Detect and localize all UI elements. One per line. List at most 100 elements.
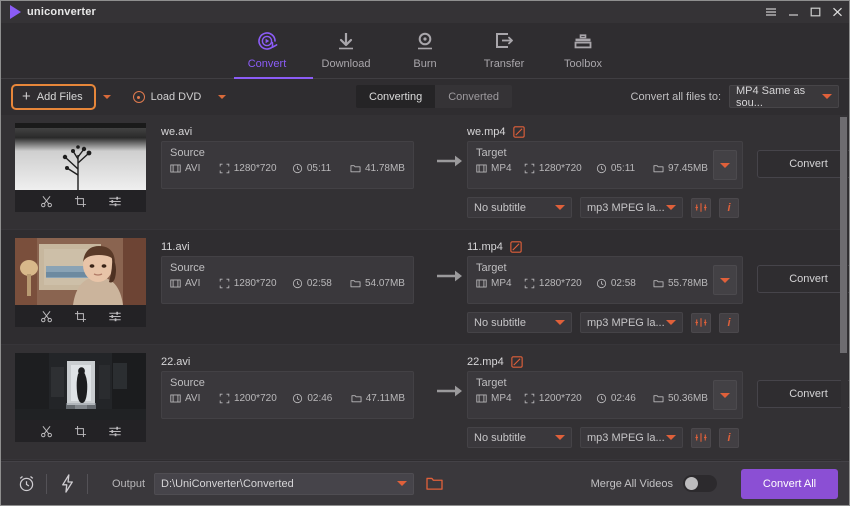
- trim-icon[interactable]: [40, 195, 53, 208]
- nav-tab-convert[interactable]: Convert: [228, 23, 307, 79]
- tab-converted[interactable]: Converted: [435, 85, 512, 108]
- add-track-button[interactable]: [691, 427, 711, 448]
- effect-icon[interactable]: [108, 425, 122, 438]
- close-icon[interactable]: [832, 7, 843, 17]
- size-value: 55.78MB: [667, 278, 708, 289]
- table-row: we.avi Source AVI 1280*720 05:11 41.78MB…: [1, 115, 849, 230]
- effect-icon[interactable]: [108, 195, 122, 208]
- source-chips: AVI 1280*720 02:58 54.07MB: [170, 278, 405, 289]
- info-button[interactable]: i: [719, 197, 739, 218]
- subtitle-select[interactable]: No subtitle: [467, 312, 572, 333]
- source-label: Source: [170, 377, 205, 389]
- format-chip: MP4: [476, 278, 524, 289]
- nav-tab-toolbox-label: Toolbox: [564, 58, 602, 70]
- convert-all-button[interactable]: Convert All: [741, 468, 838, 499]
- crop-icon[interactable]: [74, 195, 87, 208]
- trim-icon[interactable]: [40, 310, 53, 323]
- convert-button[interactable]: Convert: [757, 265, 849, 293]
- video-thumbnail[interactable]: [15, 353, 146, 420]
- thumbnail-column: [15, 238, 150, 327]
- add-track-button[interactable]: [691, 197, 711, 218]
- size-chip: 54.07MB: [350, 278, 405, 289]
- target-info-box: Target MP4 1200*720 02:46 50.36MB: [467, 371, 743, 419]
- source-column: 11.avi Source AVI 1280*720 02:58 54.07MB: [161, 238, 433, 304]
- effect-icon[interactable]: [108, 310, 122, 323]
- target-settings-dropdown[interactable]: [713, 380, 737, 410]
- output-path-select[interactable]: D:\UniConverter\Converted: [154, 472, 415, 495]
- target-settings-dropdown[interactable]: [713, 150, 737, 180]
- open-folder-icon[interactable]: [426, 476, 443, 491]
- video-thumbnail[interactable]: [15, 238, 146, 305]
- info-button[interactable]: i: [719, 312, 739, 333]
- duration-value: 05:11: [610, 163, 636, 174]
- action-toolbar: + Add Files Load DVD Converting Converte…: [1, 79, 849, 115]
- source-filename: 11.avi: [161, 241, 190, 253]
- track-controls: No subtitle mp3 MPEG la... i: [467, 427, 757, 448]
- chevron-down-icon: [720, 162, 730, 168]
- track-controls: No subtitle mp3 MPEG la... i: [467, 312, 757, 333]
- list-scrollbar-thumb[interactable]: [840, 117, 847, 353]
- high-speed-icon[interactable]: [53, 470, 81, 498]
- add-files-button[interactable]: + Add Files: [11, 84, 96, 110]
- table-row: 11.avi Source AVI 1280*720 02:58 54.07MB…: [1, 230, 849, 345]
- scheduler-icon[interactable]: [12, 470, 40, 498]
- resolution-value: 1280*720: [233, 163, 277, 174]
- load-dvd-button[interactable]: Load DVD: [132, 91, 227, 103]
- audio-select[interactable]: mp3 MPEG la...: [580, 427, 683, 448]
- nav-tab-burn-label: Burn: [413, 58, 437, 70]
- output-preset-value: MP4 Same as sou...: [736, 84, 806, 109]
- output-preset-select[interactable]: MP4 Same as sou...: [729, 84, 839, 109]
- play-triangle-icon: [10, 5, 21, 19]
- duration-chip: 05:11: [292, 163, 350, 174]
- convert-button[interactable]: Convert: [757, 150, 849, 178]
- bottom-divider: [87, 473, 88, 494]
- target-settings-dropdown[interactable]: [713, 265, 737, 295]
- status-tabs: Converting Converted: [356, 85, 512, 108]
- crop-icon[interactable]: [74, 310, 87, 323]
- nav-tab-transfer[interactable]: Transfer: [465, 23, 544, 79]
- source-info-box: Source AVI 1200*720 02:46 47.11MB: [161, 371, 414, 419]
- maximize-icon[interactable]: [810, 7, 821, 17]
- subtitle-select[interactable]: No subtitle: [467, 427, 572, 448]
- subtitle-select[interactable]: No subtitle: [467, 197, 572, 218]
- edit-icon[interactable]: [510, 241, 522, 253]
- target-label: Target: [476, 377, 507, 389]
- add-files-dropdown-caret[interactable]: [102, 95, 111, 99]
- load-dvd-dropdown-caret[interactable]: [218, 95, 227, 99]
- info-button[interactable]: i: [719, 427, 739, 448]
- edit-icon[interactable]: [511, 356, 523, 368]
- target-column: 11.mp4 Target MP4 1280*720 02:58 55.78MB…: [467, 238, 757, 333]
- audio-select[interactable]: mp3 MPEG la...: [580, 197, 683, 218]
- source-filename: 22.avi: [161, 356, 191, 368]
- tab-converting[interactable]: Converting: [356, 85, 436, 108]
- format-chip: AVI: [170, 393, 219, 404]
- source-info-box: Source AVI 1280*720: [161, 256, 414, 304]
- title-bar: uniconverter: [1, 1, 849, 23]
- list-scrollbar-track[interactable]: [840, 115, 848, 461]
- menu-icon[interactable]: [765, 7, 777, 17]
- minimize-icon[interactable]: [788, 7, 799, 17]
- chevron-down-icon: [720, 392, 730, 398]
- nav-tab-download[interactable]: Download: [307, 23, 386, 79]
- audio-select[interactable]: mp3 MPEG la...: [580, 312, 683, 333]
- resolution-chip: 1280*720: [219, 163, 292, 174]
- resolution-value: 1280*720: [538, 163, 582, 174]
- format-chip: MP4: [476, 393, 524, 404]
- target-filename-row: 11.mp4: [467, 238, 757, 256]
- track-controls: No subtitle mp3 MPEG la... i: [467, 197, 757, 218]
- resolution-chip: 1280*720: [219, 278, 292, 289]
- edit-icon[interactable]: [512, 126, 525, 138]
- crop-icon[interactable]: [74, 425, 87, 438]
- convert-button[interactable]: Convert: [757, 380, 849, 408]
- merge-toggle[interactable]: [683, 475, 717, 492]
- nav-tab-toolbox[interactable]: Toolbox: [544, 23, 623, 79]
- source-info-box: Source AVI 1280*720: [161, 141, 414, 189]
- output-label: Output: [112, 477, 146, 490]
- add-track-button[interactable]: [691, 312, 711, 333]
- video-thumbnail[interactable]: [15, 123, 146, 190]
- audio-value: mp3 MPEG la...: [587, 201, 665, 214]
- trim-icon[interactable]: [40, 425, 53, 438]
- nav-tab-burn[interactable]: Burn: [386, 23, 465, 79]
- subtitle-value: No subtitle: [474, 316, 526, 329]
- toolbox-icon: [571, 28, 595, 54]
